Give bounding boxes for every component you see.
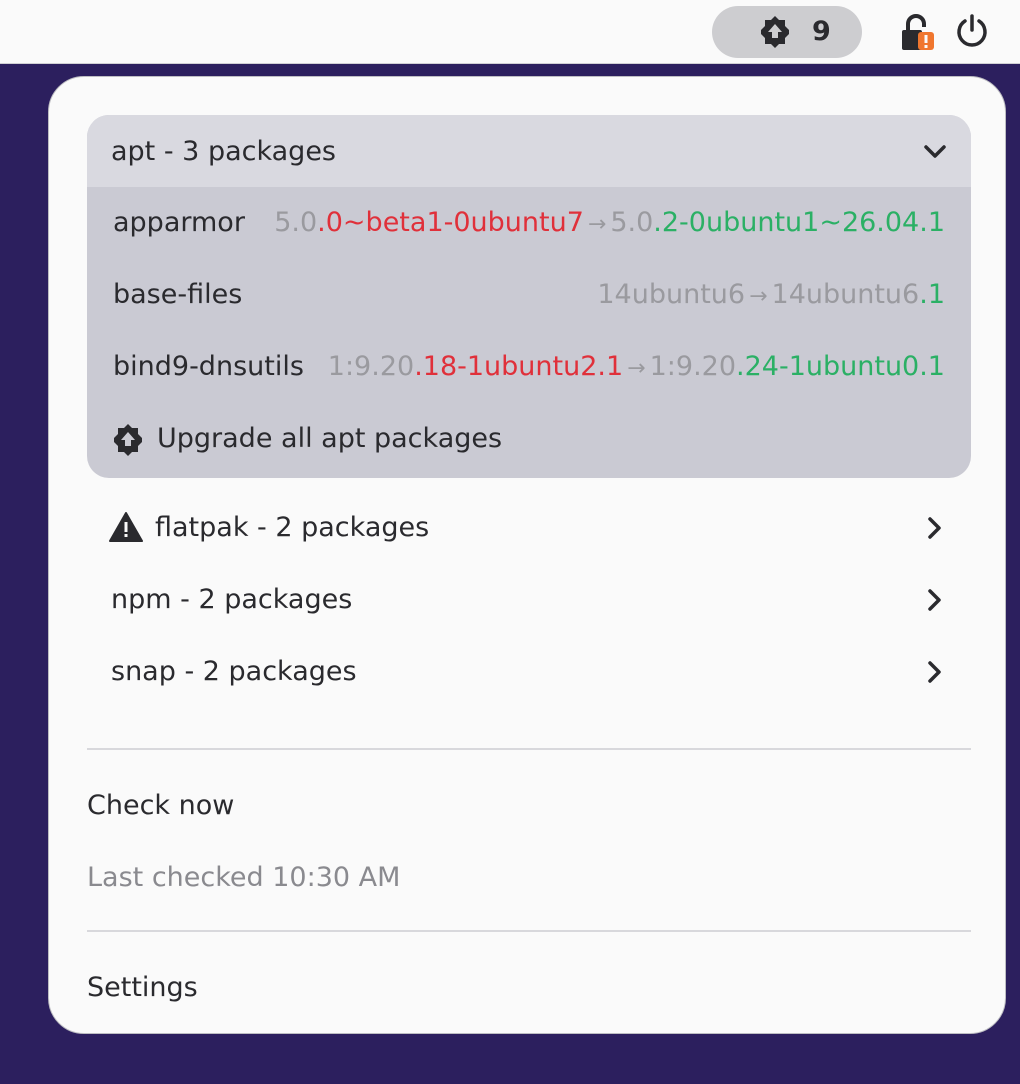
power-icon[interactable]	[954, 13, 990, 49]
chevron-right-icon	[928, 517, 941, 539]
check-now-button[interactable]: Check now	[87, 770, 971, 842]
source-row-snap[interactable]: snap - 2 packages	[87, 636, 971, 708]
package-name: apparmor	[113, 207, 245, 238]
source-label: npm - 2 packages	[111, 584, 353, 615]
source-row-npm[interactable]: npm - 2 packages	[87, 564, 971, 636]
unlocked-warning-icon[interactable]	[898, 14, 938, 52]
source-label: snap - 2 packages	[111, 656, 357, 687]
upgrade-all-apt-button[interactable]: Upgrade all apt packages	[87, 403, 971, 475]
chevron-down-icon	[924, 145, 946, 158]
chevron-right-icon	[928, 589, 941, 611]
apt-section-header[interactable]: apt - 3 packages	[87, 115, 971, 187]
update-count: 9	[812, 16, 831, 47]
package-row-apparmor[interactable]: apparmor 5.0.0~beta1-0ubuntu7 → 5.0.2-0ubu…	[87, 187, 971, 259]
arrow-right-icon: →	[587, 212, 607, 237]
warning-icon	[109, 512, 143, 542]
updates-menu: apt - 3 packages apparmor 5.0.0~beta1-0u…	[48, 76, 1006, 1034]
package-version: 14ubuntu6 → 14ubuntu6.1	[597, 279, 945, 310]
apt-section-title: apt - 3 packages	[111, 136, 336, 167]
package-upgrade-icon	[761, 16, 789, 48]
package-row-base-files[interactable]: base-files 14ubuntu6 → 14ubuntu6.1	[87, 259, 971, 331]
package-upgrade-icon	[114, 424, 142, 456]
chevron-right-icon	[928, 661, 941, 683]
apt-section: apt - 3 packages apparmor 5.0.0~beta1-0u…	[87, 115, 971, 478]
menu-divider	[87, 930, 971, 932]
menu-divider	[87, 748, 971, 750]
arrow-right-icon: →	[749, 284, 768, 309]
package-version: 1:9.20.18-1ubuntu2.1 → 1:9.20.24-1ubuntu0.…	[327, 351, 945, 382]
settings-button[interactable]: Settings	[87, 952, 971, 1024]
last-checked-text: Last checked 10:30 AM	[87, 862, 401, 893]
source-row-flatpak[interactable]: flatpak - 2 packages	[87, 492, 971, 564]
package-version: 5.0.0~beta1-0ubuntu7 → 5.0.2-0ubuntu1~26.0…	[274, 207, 945, 238]
updates-indicator-button[interactable]: 9	[712, 6, 862, 58]
arrow-right-icon: →	[627, 356, 646, 381]
source-label: flatpak - 2 packages	[155, 512, 430, 543]
top-bar: 9	[0, 0, 1020, 64]
package-name: bind9-dnsutils	[113, 351, 304, 382]
package-name: base-files	[113, 279, 243, 310]
package-row-bind9-dnsutils[interactable]: bind9-dnsutils 1:9.20.18-1ubuntu2.1 → 1:9.…	[87, 331, 971, 403]
upgrade-all-label: Upgrade all apt packages	[157, 423, 503, 454]
